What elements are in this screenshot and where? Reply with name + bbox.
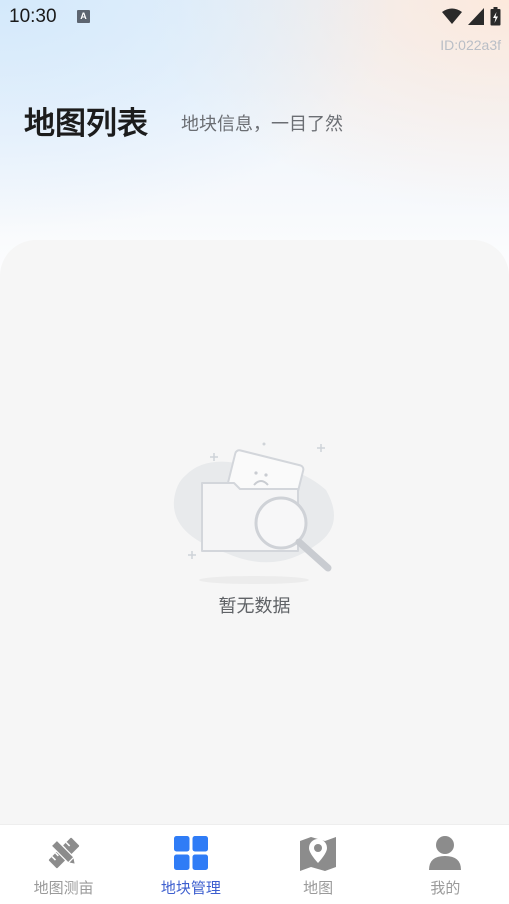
tab-plot-management[interactable]: 地块管理 <box>127 825 254 904</box>
empty-state-text: 暂无数据 <box>218 596 291 617</box>
tab-map[interactable]: 地图 <box>255 825 382 904</box>
wifi-icon <box>442 8 462 24</box>
status-bar: 10:30 A <box>0 0 509 34</box>
device-id: ID:022a3f <box>440 37 501 53</box>
tab-label: 地块管理 <box>160 879 221 897</box>
font-a-icon: A <box>77 10 90 23</box>
map-pin-icon <box>298 833 338 873</box>
ruler-pencil-icon <box>44 833 84 873</box>
page-subtitle: 地块信息，一目了然 <box>181 114 343 135</box>
tab-mine[interactable]: 我的 <box>382 825 509 904</box>
tab-label: 地图 <box>303 879 334 897</box>
grid-icon <box>171 833 211 873</box>
status-time: 10:30 <box>9 6 57 27</box>
bottom-tab-bar: 地图测亩 地块管理 地图 我的 <box>0 824 509 904</box>
battery-charging-icon <box>490 7 501 26</box>
empty-folder-search-icon <box>173 442 334 584</box>
page-title: 地图列表 <box>24 106 148 142</box>
tab-label: 我的 <box>430 879 461 897</box>
signal-icon <box>468 8 484 25</box>
status-icons <box>442 7 501 26</box>
tab-label: 地图测亩 <box>33 879 94 897</box>
user-icon <box>425 833 465 873</box>
tab-map-measure[interactable]: 地图测亩 <box>0 825 127 904</box>
